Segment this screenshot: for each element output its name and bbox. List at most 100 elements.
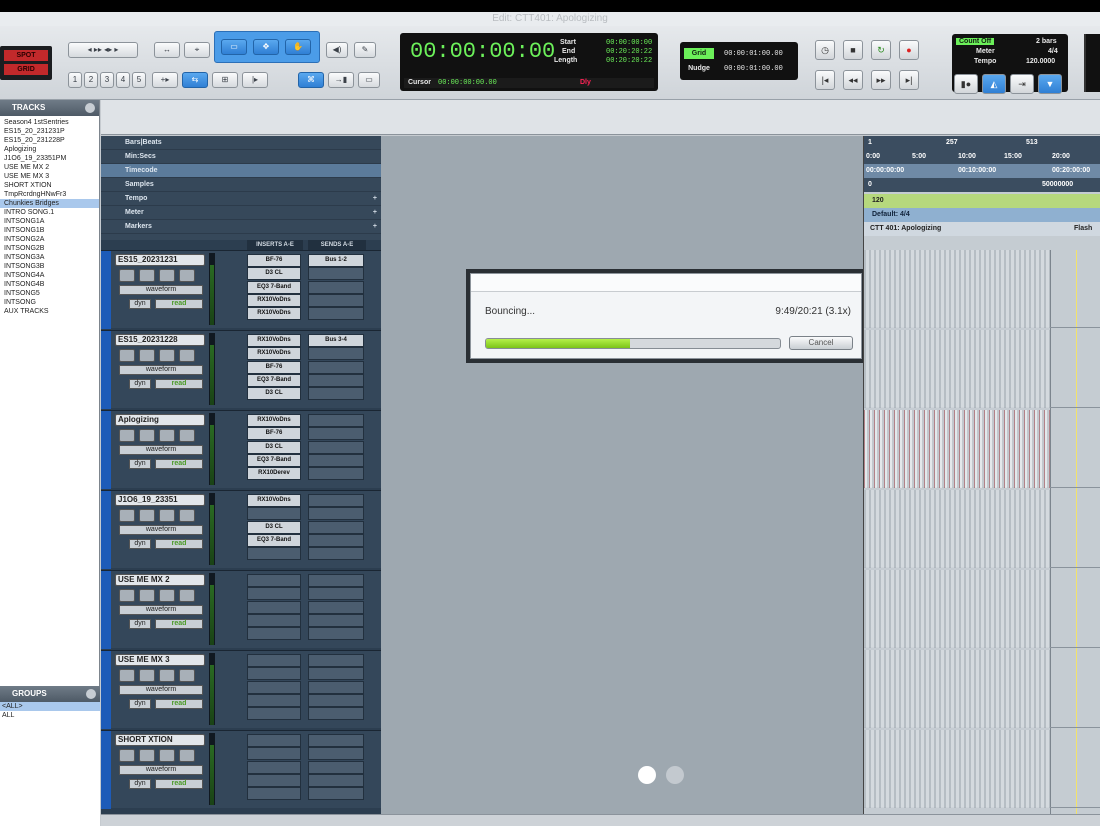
meter-marker[interactable]: Default: 4/4 <box>872 211 910 218</box>
horizontal-scrollbar[interactable] <box>101 814 1100 826</box>
rewind-icon[interactable]: ◂◂ <box>843 70 863 90</box>
page-dot[interactable] <box>666 766 684 784</box>
dyn-button[interactable]: dyn <box>129 539 151 549</box>
universe-overview[interactable] <box>101 100 1100 135</box>
input-monitor-button[interactable] <box>139 429 155 442</box>
insert-slot[interactable] <box>247 707 301 720</box>
track-list-item[interactable]: INTSONG3A <box>0 253 99 262</box>
track-name[interactable]: Aplogizing <box>115 414 205 426</box>
zoom-preset-1[interactable]: 1 <box>68 72 82 88</box>
dyn-button[interactable]: dyn <box>129 619 151 629</box>
send-slot[interactable] <box>308 627 364 640</box>
solo-button[interactable] <box>159 349 175 362</box>
track-view-selector[interactable]: waveform <box>119 445 203 455</box>
insert-slot[interactable] <box>247 627 301 640</box>
track-lane[interactable] <box>864 650 1100 728</box>
ruler-meter[interactable]: Meter + <box>101 206 381 220</box>
send-slot[interactable] <box>308 654 364 667</box>
tempo-ruler[interactable]: 120 <box>864 194 1100 208</box>
insert-slot[interactable]: D3 CL <box>247 441 301 454</box>
send-slot[interactable] <box>308 307 364 320</box>
send-slot[interactable] <box>308 507 364 520</box>
track-list-item[interactable]: INTSONG3B <box>0 262 99 271</box>
automation-mode[interactable]: read <box>155 459 203 469</box>
solo-button[interactable] <box>159 269 175 282</box>
track-list-item[interactable]: USE ME MX 3 <box>0 172 99 181</box>
track-view-selector[interactable]: waveform <box>119 765 203 775</box>
track-list-item[interactable]: SHORT XTION <box>0 181 99 190</box>
hand-tool-icon[interactable]: ✋ <box>285 39 311 55</box>
track-list-item[interactable]: INTSONG <box>0 298 99 307</box>
dyn-button[interactable]: dyn <box>129 379 151 389</box>
insert-slot[interactable] <box>247 507 301 520</box>
fast-forward-icon[interactable]: ▸▸ <box>871 70 891 90</box>
record-icon[interactable]: ● <box>899 40 919 60</box>
record-enable-button[interactable] <box>119 349 135 362</box>
audio-clip[interactable] <box>864 250 1050 328</box>
send-slot[interactable]: Bus 3-4 <box>308 334 364 347</box>
track-lane[interactable] <box>864 410 1100 488</box>
track-view-selector[interactable]: waveform <box>119 685 203 695</box>
length-value[interactable]: 00:20:20:22 <box>606 57 652 65</box>
audio-clip[interactable] <box>864 330 1050 408</box>
marker-label-2[interactable]: Flash <box>1074 222 1092 236</box>
conductor-icon[interactable]: ▼ <box>1038 74 1062 94</box>
end-value[interactable]: 00:20:20:22 <box>606 48 652 56</box>
count-off-label[interactable]: Count Off <box>956 38 995 45</box>
track-lane[interactable] <box>864 250 1100 328</box>
solo-button[interactable] <box>159 749 175 762</box>
ruler-min-secs[interactable]: Min:Secs <box>101 150 381 164</box>
speaker-icon[interactable]: ◀) <box>326 42 348 58</box>
track-lane[interactable] <box>864 490 1100 568</box>
grid-mode-button[interactable]: GRID <box>4 64 48 75</box>
track-list-item[interactable]: INTSONG5 <box>0 289 99 298</box>
track-list-item[interactable]: USE ME MX 2 <box>0 163 99 172</box>
send-slot[interactable] <box>308 467 364 480</box>
nudge-label[interactable]: Nudge <box>684 63 714 74</box>
track-list-item[interactable]: INTRO SONG.1 <box>0 208 99 217</box>
insert-slot[interactable] <box>247 614 301 627</box>
add-meter-icon[interactable]: + <box>373 206 377 220</box>
insert-slot[interactable] <box>247 774 301 787</box>
audio-clip[interactable] <box>864 570 1050 648</box>
automation-mode[interactable]: read <box>155 779 203 789</box>
insert-slot[interactable]: EQ3 7-Band <box>247 534 301 547</box>
insert-slot[interactable]: RX10VoDns <box>247 347 301 360</box>
send-slot[interactable] <box>308 427 364 440</box>
automation-mode[interactable]: read <box>155 539 203 549</box>
solo-button[interactable] <box>159 669 175 682</box>
bars-ruler[interactable]: 1 257 513 <box>864 136 1100 150</box>
send-slot[interactable] <box>308 747 364 760</box>
mirror-midi-icon[interactable]: ⌘ <box>298 72 324 88</box>
send-slot[interactable] <box>308 614 364 627</box>
insert-slot[interactable] <box>247 681 301 694</box>
ruler-tempo[interactable]: Tempo + <box>101 192 381 206</box>
track-list-item[interactable]: ES15_20_231228P <box>0 136 99 145</box>
grid-label[interactable]: Grid <box>684 48 714 59</box>
track-list-item[interactable]: Aplogizing <box>0 145 99 154</box>
track-name[interactable]: ES15_20231231 <box>115 254 205 266</box>
track-name[interactable]: ES15_20231228 <box>115 334 205 346</box>
record-enable-button[interactable] <box>119 749 135 762</box>
insert-slot[interactable]: RX10VoDns <box>247 334 301 347</box>
track-list-item[interactable]: INTSONG1A <box>0 217 99 226</box>
groups-menu-icon[interactable] <box>86 689 96 699</box>
link-track-icon[interactable]: ▭ <box>358 72 380 88</box>
send-slot[interactable] <box>308 454 364 467</box>
insert-slot[interactable] <box>247 747 301 760</box>
grabber-tool-icon[interactable]: ✥ <box>253 39 279 55</box>
insert-slot[interactable] <box>247 601 301 614</box>
nudge-value[interactable]: 00:00:01:00.00 <box>724 65 783 73</box>
loop-play-icon[interactable]: ↻ <box>871 40 891 60</box>
insert-slot[interactable]: RX10VoDns <box>247 294 301 307</box>
ruler-bars-beats[interactable]: Bars|Beats <box>101 136 381 150</box>
mute-button[interactable] <box>179 429 195 442</box>
track-view-selector[interactable]: waveform <box>119 365 203 375</box>
send-slot[interactable] <box>308 574 364 587</box>
send-slot[interactable] <box>308 787 364 800</box>
record-enable-button[interactable] <box>119 669 135 682</box>
insert-slot[interactable] <box>247 787 301 800</box>
insert-slot[interactable] <box>247 761 301 774</box>
send-slot[interactable] <box>308 547 364 560</box>
send-slot[interactable] <box>308 734 364 747</box>
